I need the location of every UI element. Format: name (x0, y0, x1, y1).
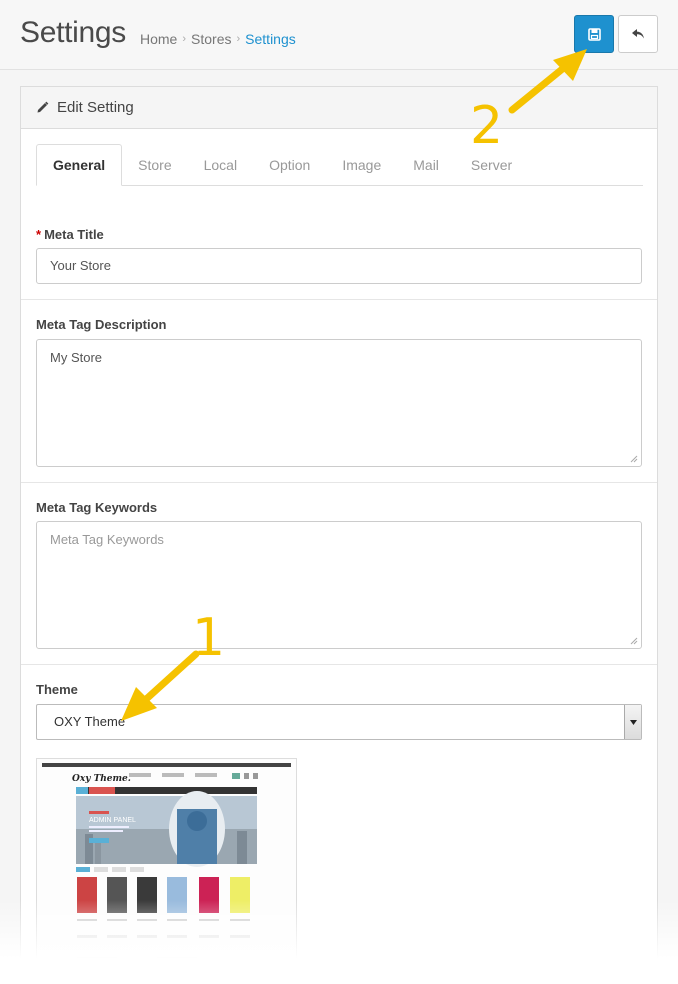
meta-title-input[interactable]: Your Store (36, 248, 642, 284)
annotation-number-1: 1 (192, 608, 226, 668)
page-title: Settings (20, 16, 126, 49)
theme-preview-image: Oxy Theme. ADMIN PANEL (36, 758, 297, 983)
page-header: Settings Home › Stores › Settings (0, 0, 678, 70)
meta-keywords-placeholder: Meta Tag Keywords (50, 532, 164, 547)
theme-logo-text: Oxy Theme. (72, 774, 131, 784)
settings-tabs: General Store Local Option Image Mail Se… (36, 144, 643, 186)
meta-keywords-label: Meta Tag Keywords (36, 500, 158, 515)
reply-arrow-icon (632, 29, 644, 39)
pencil-icon (36, 101, 49, 114)
required-mark: * (36, 227, 42, 242)
meta-description-textarea[interactable]: My Store (36, 339, 642, 467)
meta-description-value: My Store (50, 350, 103, 365)
divider (21, 482, 657, 483)
panel-heading: Edit Setting (21, 87, 657, 129)
theme-select-value: OXY Theme (54, 714, 126, 729)
resize-handle-icon[interactable] (630, 455, 638, 463)
chevron-down-icon[interactable] (624, 705, 641, 739)
breadcrumb-stores[interactable]: Stores (191, 31, 231, 47)
theme-banner-text: ADMIN PANEL (89, 817, 136, 824)
breadcrumb-separator: › (236, 33, 241, 45)
tab-local[interactable]: Local (188, 144, 253, 186)
tab-image[interactable]: Image (326, 144, 397, 186)
resize-handle-icon[interactable] (630, 637, 638, 645)
tab-mail[interactable]: Mail (397, 144, 455, 186)
breadcrumb-separator: › (182, 33, 187, 45)
meta-description-label: Meta Tag Description (36, 317, 167, 332)
edit-setting-panel: Edit Setting General Store Local Option … (20, 86, 658, 984)
theme-select[interactable]: OXY Theme (36, 704, 642, 740)
floppy-disk-icon (587, 27, 601, 41)
tab-option[interactable]: Option (253, 144, 326, 186)
breadcrumb-home[interactable]: Home (140, 31, 177, 47)
meta-keywords-textarea[interactable]: Meta Tag Keywords (36, 521, 642, 649)
divider (21, 299, 657, 300)
divider (21, 664, 657, 665)
meta-title-label: * Meta Title (36, 227, 104, 242)
theme-label: Theme (36, 682, 78, 697)
save-button[interactable] (574, 15, 614, 53)
back-button[interactable] (618, 15, 658, 53)
breadcrumb: Home › Stores › Settings (140, 31, 296, 47)
annotation-number-2: 2 (470, 96, 504, 156)
tab-general[interactable]: General (36, 144, 123, 186)
panel-title: Edit Setting (57, 99, 134, 116)
breadcrumb-settings[interactable]: Settings (245, 31, 296, 47)
tab-store[interactable]: Store (122, 144, 187, 186)
